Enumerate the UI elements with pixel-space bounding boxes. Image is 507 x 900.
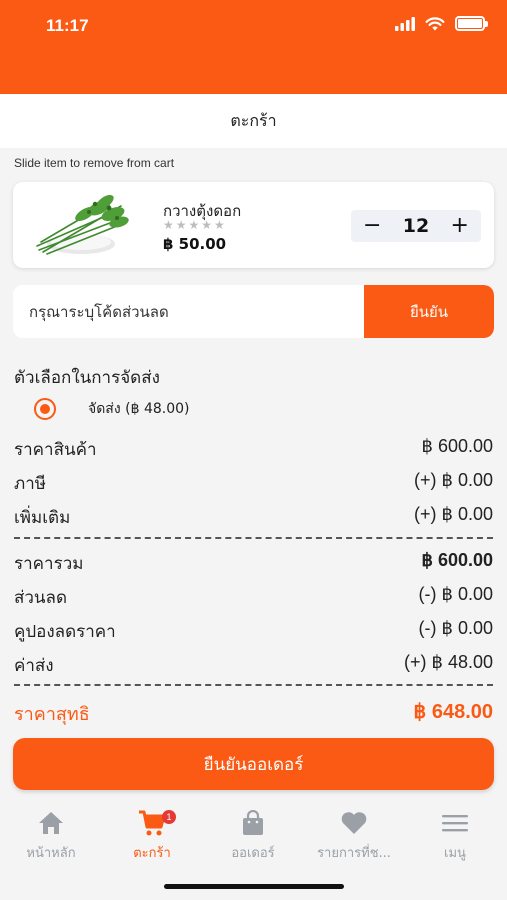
summary-label: ราคารวม: [14, 554, 84, 574]
summary-label: ส่วนลด: [14, 588, 68, 608]
tab-orders[interactable]: ออเดอร์: [203, 808, 303, 863]
summary-value: (-) ฿ 0.00: [418, 584, 493, 604]
summary-extra: เพิ่มเติม (+) ฿ 0.00: [14, 504, 493, 531]
status-icons: [395, 16, 488, 31]
summary-coupon: คูปองลดราคา (-) ฿ 0.00: [14, 618, 493, 645]
divider: [14, 537, 493, 539]
increase-quantity-button[interactable]: +: [451, 215, 469, 237]
summary-subtotal: ราคาสินค้า ฿ 600.00: [14, 436, 493, 463]
summary-label: เพิ่มเติม: [14, 508, 71, 528]
status-bar: 11:17: [0, 0, 507, 94]
tab-label: เมนู: [444, 846, 466, 861]
battery-icon: [455, 16, 488, 31]
tab-home[interactable]: หน้าหลัก: [1, 808, 101, 863]
summary-shipping: ค่าส่ง (+) ฿ 48.00: [14, 652, 493, 679]
page-title: ตะกร้า: [0, 94, 507, 148]
delivery-option[interactable]: จัดส่ง (฿ 48.00): [34, 398, 190, 420]
product-image: [36, 194, 129, 255]
coupon-code-input[interactable]: [13, 285, 364, 338]
summary-value: ฿ 648.00: [413, 701, 493, 723]
tab-wishlist[interactable]: รายการที่ช...: [304, 808, 404, 863]
quantity-value: 12: [402, 215, 430, 237]
summary-tax: ภาษี (+) ฿ 0.00: [14, 470, 493, 497]
cart-item-card[interactable]: กวางตุ้งดอก ★★★★★ ฿ 50.00 − 12 +: [13, 182, 494, 268]
coupon-row: ยืนยัน: [13, 285, 494, 338]
tab-label: หน้าหลัก: [26, 846, 76, 861]
tab-cart[interactable]: 1 ตะกร้า: [102, 808, 202, 863]
signal-icon: [395, 16, 415, 31]
delivery-options-title: ตัวเลือกในการจัดส่ง: [14, 368, 160, 388]
heart-icon: [341, 812, 367, 834]
summary-value: (+) ฿ 0.00: [414, 504, 493, 524]
summary-label: ราคาสินค้า: [14, 440, 97, 460]
home-indicator: [164, 884, 344, 889]
status-time: 11:17: [46, 16, 89, 35]
cart-hint: Slide item to remove from cart: [14, 156, 175, 170]
summary-value: (+) ฿ 48.00: [404, 652, 493, 672]
summary-value: (+) ฿ 0.00: [414, 470, 493, 490]
rating-stars: ★★★★★: [163, 218, 227, 232]
cart-count-badge: 1: [162, 810, 176, 824]
summary-value: ฿ 600.00: [421, 436, 493, 456]
summary-net-total: ราคาสุทธิ ฿ 648.00: [14, 699, 493, 728]
confirm-order-button[interactable]: ยืนยันออเดอร์: [13, 738, 494, 790]
apply-coupon-button[interactable]: ยืนยัน: [364, 285, 494, 338]
decrease-quantity-button[interactable]: −: [363, 215, 381, 237]
quantity-stepper: − 12 +: [351, 210, 481, 242]
radio-selected-icon[interactable]: [34, 398, 56, 420]
delivery-option-label: จัดส่ง (฿ 48.00): [88, 401, 190, 417]
product-price: ฿ 50.00: [163, 235, 227, 253]
summary-label: ภาษี: [14, 474, 46, 494]
menu-icon: [442, 815, 468, 832]
tab-label: รายการที่ช...: [317, 846, 391, 861]
summary-value: ฿ 600.00: [421, 550, 493, 570]
summary-discount: ส่วนลด (-) ฿ 0.00: [14, 584, 493, 611]
wifi-icon: [425, 16, 445, 30]
summary-label: ราคาสุทธิ: [14, 704, 90, 725]
tab-label: ตะกร้า: [133, 846, 171, 861]
tab-menu[interactable]: เมนู: [405, 808, 505, 863]
summary-total: ราคารวม ฿ 600.00: [14, 550, 493, 577]
divider: [14, 684, 493, 686]
summary-label: ค่าส่ง: [14, 656, 54, 676]
summary-label: คูปองลดราคา: [14, 622, 116, 642]
home-icon: [39, 812, 63, 834]
summary-value: (-) ฿ 0.00: [418, 618, 493, 638]
tab-label: ออเดอร์: [231, 846, 275, 861]
bag-icon: [243, 810, 263, 835]
